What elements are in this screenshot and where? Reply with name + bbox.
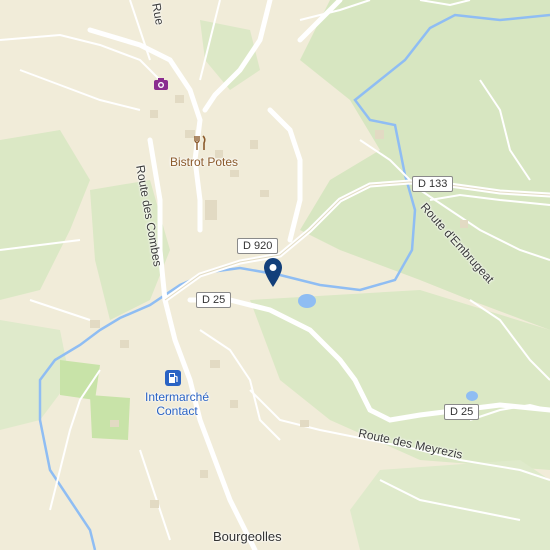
road-shield-d25-east: D 25 (444, 404, 480, 420)
poi-label-supermarket[interactable]: Intermarché Contact (142, 390, 212, 418)
poi-label-restaurant[interactable]: Bistrot Potes (170, 155, 238, 169)
camera-icon[interactable] (153, 77, 169, 91)
road-shield-d25: D 25 (196, 292, 232, 308)
road-shield-d133: D 133 (412, 176, 454, 192)
fork-knife-icon[interactable] (193, 135, 207, 151)
road-shield-d920: D 920 (237, 238, 279, 254)
map-pin-icon[interactable] (262, 257, 284, 289)
place-label-bourgeolles: Bourgeolles (213, 529, 282, 544)
map-view[interactable]: Route des Combes Route d'Embrugeat Route… (0, 0, 550, 550)
fuel-pump-icon[interactable] (165, 370, 181, 386)
